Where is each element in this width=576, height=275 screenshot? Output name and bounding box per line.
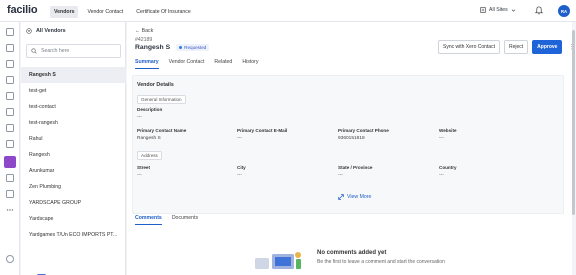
sync-xero-button[interactable]: Sync with Xero Contact bbox=[438, 40, 500, 54]
empty-comments-illustration bbox=[255, 252, 301, 269]
app-logo[interactable]: facilio bbox=[7, 4, 38, 16]
tab-history[interactable]: History bbox=[242, 59, 258, 69]
documents-icon[interactable] bbox=[6, 140, 14, 148]
list-item[interactable]: Yardgames T/Un ECO IMPORTS PT... bbox=[21, 227, 126, 243]
list-item[interactable]: test-rangesh bbox=[21, 115, 126, 131]
topnav-certificate-of-insurance[interactable]: Certificate Of Insurance bbox=[132, 6, 195, 18]
field-value: --- bbox=[137, 173, 142, 178]
field-value: 9360151818 bbox=[338, 136, 365, 141]
settings-icon[interactable] bbox=[6, 92, 14, 100]
site-selector-label: All Sites bbox=[489, 7, 508, 13]
list-item[interactable]: Rangesh S bbox=[21, 67, 126, 83]
description-value: --- bbox=[137, 115, 142, 120]
field-label: Primary Contact Name bbox=[137, 128, 187, 133]
site-selector[interactable]: All Sites bbox=[480, 7, 516, 13]
field-value: --- bbox=[338, 173, 343, 178]
topnav-vendors[interactable]: Vendors bbox=[50, 6, 79, 18]
field-label: Website bbox=[439, 128, 457, 133]
status-badge: Requested bbox=[176, 44, 210, 51]
list-header[interactable]: All Vendors bbox=[26, 28, 66, 34]
description-label: Description bbox=[137, 107, 163, 112]
reports-icon[interactable] bbox=[6, 124, 14, 132]
detail-tabs: Summary Vendor Contact Related History bbox=[135, 59, 258, 69]
vendor-detail: ← Back #42189 Rangesh S Requested Sync w… bbox=[127, 22, 575, 275]
more-icon[interactable] bbox=[6, 206, 14, 214]
list-item[interactable]: test-get bbox=[21, 83, 126, 99]
bell-icon[interactable] bbox=[535, 6, 543, 15]
tenants-icon[interactable] bbox=[6, 190, 14, 198]
maintenance-icon[interactable] bbox=[6, 44, 14, 52]
list-item[interactable]: Rangesh bbox=[21, 147, 126, 163]
status-dot-icon bbox=[179, 46, 183, 49]
field-value: Rangesh S bbox=[137, 136, 161, 141]
general-info-chip: General Information bbox=[137, 95, 186, 104]
bottom-tabs: Comments Documents bbox=[135, 215, 198, 225]
home-icon[interactable] bbox=[6, 28, 14, 36]
tab-documents[interactable]: Documents bbox=[172, 215, 198, 225]
expand-icon bbox=[338, 194, 344, 200]
page-title: Rangesh S Requested bbox=[135, 44, 210, 51]
list-title: All Vendors bbox=[36, 28, 66, 34]
field-value: --- bbox=[237, 136, 242, 141]
field-label: Primary Contact Phone bbox=[338, 128, 389, 133]
field-label: City bbox=[237, 165, 246, 170]
module-rail bbox=[0, 22, 20, 275]
view-more-button[interactable]: View More bbox=[338, 194, 371, 200]
vendor-list-panel: All Vendors Search here Rangesh S test-g… bbox=[21, 22, 126, 275]
section-title: Vendor Details bbox=[137, 82, 174, 88]
field-label: State / Province bbox=[338, 165, 373, 170]
topnav-vendor-contact[interactable]: Vendor Contact bbox=[83, 6, 127, 18]
list-item[interactable]: Arunkumar bbox=[21, 163, 126, 179]
scrollbar[interactable] bbox=[572, 30, 575, 215]
list-item[interactable]: Yardscape bbox=[21, 211, 126, 227]
field-value: --- bbox=[439, 173, 444, 178]
field-label: Country bbox=[439, 165, 457, 170]
chevron-down-icon bbox=[511, 9, 515, 12]
field-value: --- bbox=[237, 173, 242, 178]
top-nav: Vendors Vendor Contact Certificate Of In… bbox=[50, 6, 195, 18]
buildings-icon[interactable] bbox=[6, 174, 14, 182]
field-value: --- bbox=[439, 136, 444, 141]
search-input[interactable]: Search here bbox=[26, 44, 121, 58]
field-label: Primary Contact E-Mail bbox=[237, 128, 288, 133]
gear-icon[interactable] bbox=[6, 255, 14, 263]
reject-button[interactable]: Reject bbox=[503, 40, 529, 54]
building-icon bbox=[480, 7, 486, 13]
empty-subtitle: Be the first to leave a comment and star… bbox=[317, 259, 445, 265]
tab-comments[interactable]: Comments bbox=[135, 215, 162, 225]
workorder-icon[interactable] bbox=[6, 60, 14, 68]
vendors-icon[interactable] bbox=[4, 156, 16, 168]
list-item[interactable]: test-contact bbox=[21, 99, 126, 115]
list-item[interactable]: Zen Plumbing bbox=[21, 179, 126, 195]
back-arrow-icon: ← bbox=[135, 28, 141, 34]
address-chip: Address bbox=[137, 151, 162, 160]
field-label: Street bbox=[137, 165, 151, 170]
tab-vendor-contact[interactable]: Vendor Contact bbox=[169, 59, 205, 69]
search-placeholder: Search here bbox=[41, 48, 70, 54]
tab-summary[interactable]: Summary bbox=[135, 59, 159, 69]
action-bar: Sync with Xero Contact Reject Approve ⋮ bbox=[438, 40, 576, 54]
vendor-name: Rangesh S bbox=[135, 44, 171, 51]
assets-icon[interactable] bbox=[6, 76, 14, 84]
top-bar: facilio Vendors Vendor Contact Certifica… bbox=[0, 0, 576, 22]
record-id: #42189 bbox=[135, 37, 153, 43]
vendor-list: Rangesh S test-get test-contact test-ran… bbox=[21, 67, 126, 243]
inventory-icon[interactable] bbox=[6, 108, 14, 116]
empty-title: No comments added yet bbox=[317, 250, 387, 256]
approve-button[interactable]: Approve bbox=[532, 40, 563, 54]
search-icon bbox=[31, 48, 37, 54]
list-item[interactable]: YARDSCAPE GROUP bbox=[21, 195, 126, 211]
list-item[interactable]: Rahul bbox=[21, 131, 126, 147]
user-avatar[interactable]: RA bbox=[558, 5, 570, 17]
back-button[interactable]: ← Back bbox=[135, 28, 153, 34]
tab-related[interactable]: Related bbox=[214, 59, 232, 69]
vendor-details-card: Vendor Details General Information Descr… bbox=[132, 75, 564, 214]
filter-icon bbox=[26, 28, 32, 34]
